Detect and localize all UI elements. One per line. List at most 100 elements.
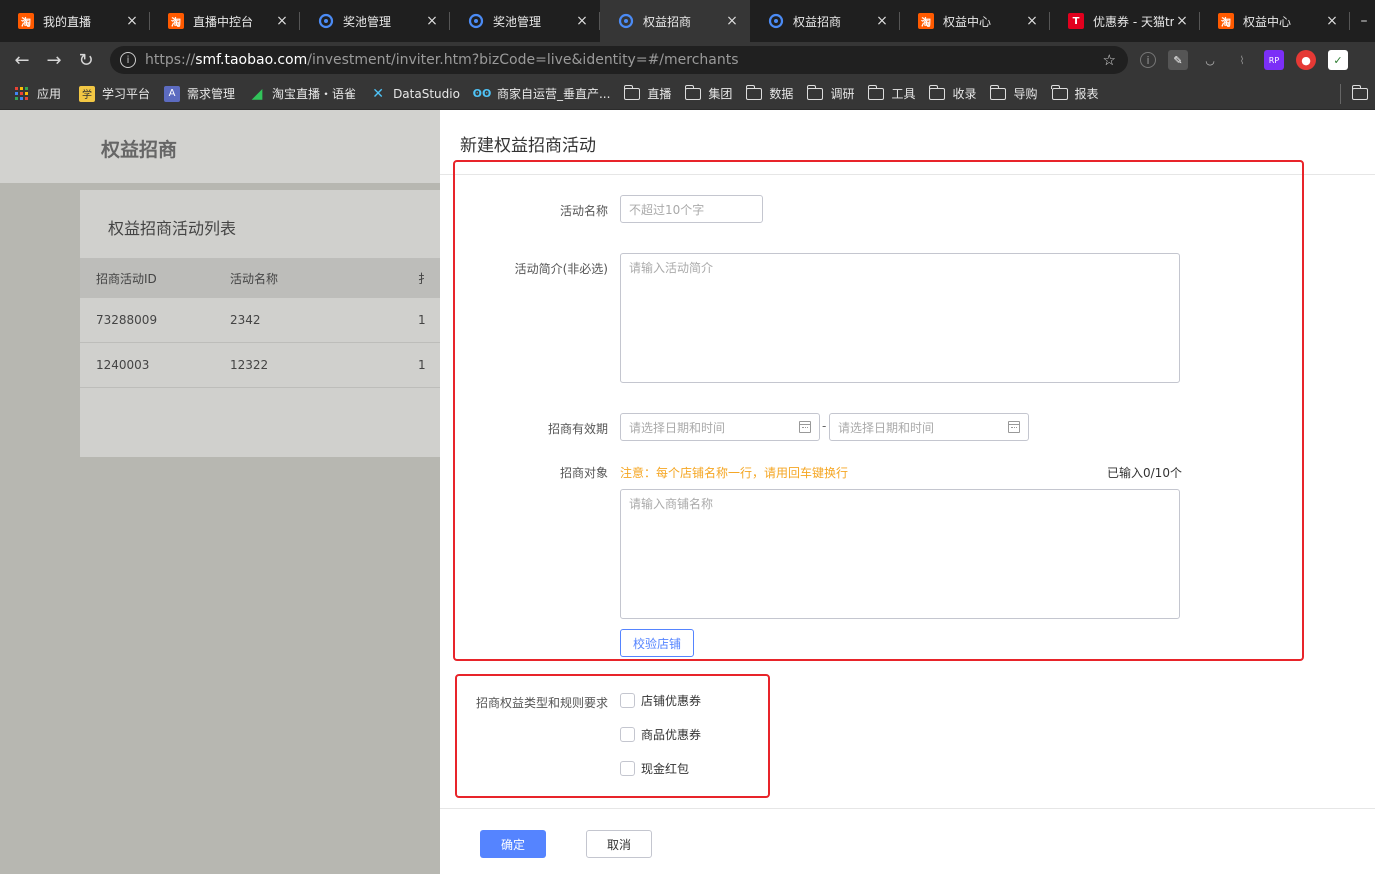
- tab-title: 权益招商: [793, 14, 842, 29]
- create-activity-drawer: 新建权益招商活动 活动名称 不超过10个字 活动简介(非必选) 请输入活动简介 …: [440, 110, 1375, 874]
- browser-tab[interactable]: 奖池管理 ×: [300, 0, 450, 42]
- bookmark-folder[interactable]: 调研: [806, 84, 854, 102]
- reload-icon[interactable]: ↻: [70, 44, 102, 76]
- bookmark-folder[interactable]: 导购: [989, 84, 1038, 102]
- browser-tab-strip: 淘 我的直播 × 淘 直播中控台 × 奖池管理 × 奖池管理 × 权益招商 × …: [0, 0, 1375, 42]
- table-cell: 1: [418, 358, 426, 372]
- back-arrow-icon[interactable]: ←: [6, 44, 38, 76]
- table-row[interactable]: 1240003 12322 1: [80, 343, 440, 388]
- browser-tab[interactable]: T 优惠券 - 天猫tm ×: [1050, 0, 1200, 42]
- drawer-title: 新建权益招商活动: [460, 136, 596, 156]
- bookmark-item[interactable]: ʘʘ 商家自运营_垂直产...: [472, 85, 611, 102]
- datastudio-icon: ✕: [372, 85, 384, 102]
- tab-title: 奖池管理: [343, 14, 392, 29]
- bookmark-item[interactable]: ✕ DataStudio: [370, 86, 460, 102]
- other-bookmarks-folder[interactable]: [1351, 85, 1375, 100]
- page-title: 权益招商: [101, 139, 178, 161]
- link-icon: ʘʘ: [472, 87, 492, 100]
- close-icon[interactable]: ×: [1324, 13, 1340, 29]
- table-cell: 73288009: [96, 313, 158, 327]
- browser-tab[interactable]: 奖池管理 ×: [450, 0, 600, 42]
- activity-list-card: 权益招商活动列表 招商活动ID 活动名称 扌 73288009 2342 1 1…: [80, 190, 440, 457]
- tab-title: 权益中心: [1243, 14, 1292, 29]
- bookmark-folder[interactable]: 直播: [623, 84, 671, 102]
- chart-extension-icon[interactable]: ⌇: [1232, 50, 1252, 70]
- tab-title: 优惠券 - 天猫tm: [1093, 14, 1174, 29]
- folder-icon: [623, 84, 641, 100]
- bookmark-label: 导购: [1013, 87, 1038, 101]
- new-tab-button[interactable]: –: [1350, 0, 1375, 42]
- url-scheme: https://: [145, 52, 196, 68]
- browser-toolbar: ← → ↻ i https://smf.taobao.com/investmen…: [0, 42, 1375, 78]
- close-icon[interactable]: ×: [1024, 13, 1040, 29]
- tmall-icon: T: [1068, 13, 1084, 29]
- bookmarks-divider: [1340, 84, 1341, 104]
- pen-tool-icon[interactable]: ✎: [1168, 50, 1188, 70]
- bookmark-item[interactable]: ◢ 淘宝直播・语雀: [249, 85, 356, 102]
- close-icon[interactable]: ×: [424, 13, 440, 29]
- pool-icon: [768, 13, 784, 29]
- bookmark-item[interactable]: 应用: [14, 85, 61, 102]
- bookmark-label: 数据: [769, 87, 794, 101]
- table-cell: 12322: [230, 358, 269, 372]
- folder-icon: [1051, 84, 1068, 100]
- annotation-box-rights: [455, 674, 770, 798]
- folder-icon: [867, 84, 885, 100]
- tab-title: 奖池管理: [493, 14, 542, 29]
- bookmark-label: 集团: [708, 87, 733, 101]
- bookmark-star-icon[interactable]: ☆: [1103, 51, 1116, 69]
- browser-tab[interactable]: 淘 直播中控台 ×: [150, 0, 300, 42]
- pocket-icon[interactable]: ◡: [1200, 50, 1220, 70]
- url-path: /investment/inviter.htm?bizCode=live&ide…: [307, 52, 739, 68]
- taobao-icon: 淘: [168, 13, 184, 29]
- forward-arrow-icon[interactable]: →: [38, 44, 70, 76]
- close-icon[interactable]: ×: [124, 13, 140, 29]
- close-icon[interactable]: ×: [724, 13, 740, 29]
- browser-tab[interactable]: 淘 我的直播 ×: [0, 0, 150, 42]
- bookmark-label: 报表: [1074, 87, 1099, 101]
- bookmark-folder[interactable]: 工具: [867, 84, 915, 102]
- more-tabs-icon: –: [1360, 13, 1368, 29]
- bookmark-folder[interactable]: 报表: [1051, 84, 1099, 102]
- bookmark-label: 需求管理: [187, 87, 236, 101]
- browser-tab-active[interactable]: 权益招商 ×: [600, 0, 750, 42]
- table-cell: 1: [418, 313, 426, 327]
- annotation-box-basic-info: [453, 160, 1304, 661]
- table-cell: 2342: [230, 313, 261, 327]
- rp-extension-icon[interactable]: RP: [1264, 50, 1284, 70]
- bookmark-item[interactable]: A 需求管理: [164, 85, 235, 102]
- browser-tab[interactable]: 淘 权益中心 ×: [900, 0, 1050, 42]
- bookmark-folder[interactable]: 收录: [928, 84, 976, 102]
- bookmark-folder[interactable]: 数据: [745, 84, 794, 102]
- column-header: 活动名称: [230, 271, 279, 286]
- yuque-icon: ◢: [251, 85, 263, 102]
- green-extension-icon[interactable]: ✓: [1328, 50, 1348, 70]
- folder-icon: [928, 84, 946, 100]
- pool-icon: [318, 13, 334, 29]
- extension-icons: i ✎ ◡ ⌇ RP ● ✓: [1140, 50, 1348, 70]
- cancel-button[interactable]: 取消: [586, 830, 652, 858]
- table-row[interactable]: 73288009 2342 1: [80, 298, 440, 343]
- red-extension-icon[interactable]: ●: [1296, 50, 1316, 70]
- folder-icon: [806, 84, 824, 100]
- bookmark-label: DataStudio: [393, 86, 460, 101]
- close-icon[interactable]: ×: [874, 13, 890, 29]
- card-title: 权益招商活动列表: [108, 219, 237, 238]
- activity-table: 招商活动ID 活动名称 扌 73288009 2342 1 1240003 12…: [80, 258, 440, 388]
- confirm-button[interactable]: 确定: [480, 830, 546, 858]
- bookmark-label: 学习平台: [102, 87, 151, 101]
- address-bar[interactable]: i https://smf.taobao.com/investment/invi…: [110, 46, 1128, 74]
- browser-tab[interactable]: 淘 权益中心 ×: [1200, 0, 1350, 42]
- info-icon[interactable]: i: [120, 52, 136, 68]
- close-icon[interactable]: ×: [1174, 13, 1190, 29]
- letter-a-icon: A: [164, 85, 181, 102]
- close-icon[interactable]: ×: [574, 13, 590, 29]
- close-icon[interactable]: ×: [274, 13, 290, 29]
- study-icon: 学: [79, 85, 96, 102]
- table-header: 招商活动ID 活动名称 扌: [80, 258, 440, 298]
- browser-tab[interactable]: 权益招商 ×: [750, 0, 900, 42]
- bookmark-item[interactable]: 学 学习平台: [79, 85, 150, 102]
- info-circle-icon[interactable]: i: [1140, 52, 1156, 68]
- table-cell: 1240003: [96, 358, 150, 372]
- bookmark-folder[interactable]: 集团: [684, 84, 733, 102]
